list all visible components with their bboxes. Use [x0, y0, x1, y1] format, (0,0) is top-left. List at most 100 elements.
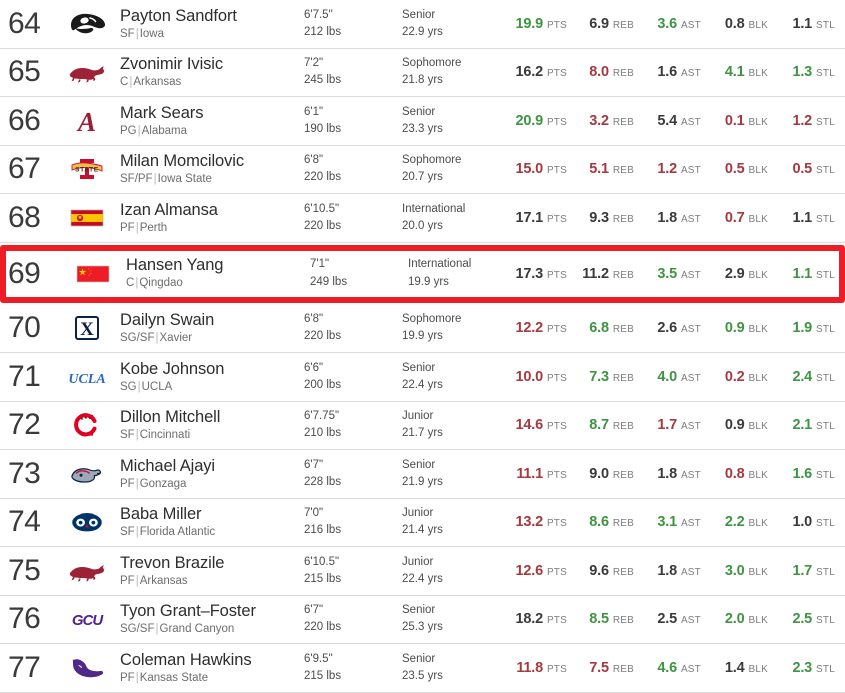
player-stat-line: 20.9 PTS 3.2 REB 5.4 AST 0.1 BLK 1.2 STL [484, 113, 845, 129]
stat-stl: 1.6 STL [768, 466, 835, 482]
prospect-row[interactable]: 75 Trevon Brazile PF|Arkansas 6'10.5" 215 lb… [0, 547, 845, 596]
player-class-age: Senior 25.3 yrs [402, 602, 484, 637]
player-identity[interactable]: Zvonimir Ivisic C|Arkansas [116, 55, 304, 89]
prospect-rank: 64 [8, 6, 41, 40]
player-name: Payton Sandfort [120, 6, 237, 25]
player-height: 6'9.5" [304, 652, 333, 665]
stat-label: STL [816, 269, 835, 281]
player-school: Xavier [159, 332, 193, 345]
player-school: Arkansas [133, 76, 182, 89]
player-identity[interactable]: Izan Almansa PF|Perth [116, 201, 304, 235]
player-measurements: 7'2" 245 lbs [304, 55, 402, 90]
stat-value: 1.7 [792, 562, 813, 579]
stat-ast: 3.5 AST [634, 266, 701, 282]
prospect-row[interactable]: 74 Baba Miller SF|Florida Atlantic 7'0" 216 … [0, 498, 845, 547]
prospect-row[interactable]: 77 Coleman Hawkins PF|Kansas State 6'9.5" 21… [0, 644, 845, 693]
prospect-row[interactable]: 76 GCU Tyon Grant–Foster SG/SF|Grand Canyon… [0, 595, 845, 644]
prospect-rank: 65 [8, 55, 41, 89]
stat-value: 2.4 [792, 368, 813, 385]
prospect-row[interactable]: 64 Payton Sandfort SF|Iowa 6'7.5" 212 lbs Sen… [0, 0, 845, 49]
stat-value: 3.1 [657, 514, 677, 531]
player-measurements: 6'8" 220 lbs [304, 152, 402, 187]
player-identity[interactable]: Kobe Johnson SG|UCLA [116, 360, 304, 394]
player-position: SF [120, 526, 135, 539]
prospect-row[interactable]: 66 A Mark Sears PG|Alabama 6'1" 190 lbs Senior… [0, 97, 845, 146]
player-measurements: 6'7" 228 lbs [304, 457, 402, 492]
stat-label: AST [680, 19, 701, 31]
prospect-row[interactable]: 68 Izan Almansa PF|Perth 6'10.5" 220 lbs Inte… [0, 194, 845, 243]
player-age: 20.7 yrs [402, 171, 443, 184]
prospect-rank: 77 [8, 650, 41, 684]
player-identity[interactable]: Milan Momcilovic SF/PF|Iowa State [116, 152, 304, 186]
player-class: Senior [402, 604, 436, 616]
stat-value: 1.8 [657, 209, 677, 226]
stat-pts: 18.2 PTS [500, 611, 567, 627]
player-age: 25.3 yrs [402, 621, 443, 634]
stat-label: PTS [546, 566, 567, 578]
prospect-row[interactable]: 65 Zvonimir Ivisic C|Arkansas 7'2" 245 lbs So… [0, 48, 845, 97]
stat-value: 8.7 [589, 417, 609, 434]
player-identity[interactable]: Michael Ajayi PF|Gonzaga [116, 457, 304, 491]
stat-value: 11.2 [582, 265, 609, 282]
prospect-row[interactable]: 72 Dillon Mitchell SF|Cincinnati 6'7.75" 210… [0, 401, 845, 450]
player-position-school: PG|Alabama [120, 124, 304, 138]
stat-pts: 12.6 PTS [500, 563, 567, 579]
stat-pts: 16.2 PTS [500, 64, 567, 80]
player-class: International [402, 202, 466, 215]
prospect-row[interactable]: 69 Hansen Yang C|Qingdao 7'1" 249 lbs Interna… [0, 244, 845, 303]
stat-label: STL [816, 566, 835, 578]
stat-value: 2.0 [724, 611, 745, 628]
player-age: 22.4 yrs [402, 378, 443, 391]
stat-label: PTS [546, 469, 567, 481]
stat-blk: 2.9 BLK [701, 266, 768, 282]
stat-label: PTS [546, 116, 567, 128]
prospect-row[interactable]: 70 X Dailyn Swain SG/SF|Xavier 6'8" 220 lbs So… [0, 304, 845, 353]
player-identity[interactable]: Dillon Mitchell SF|Cincinnati [116, 408, 304, 442]
prospect-row[interactable]: 71 UCLA Kobe Johnson SG|UCLA 6'6" 200 lbs Seni… [0, 353, 845, 402]
player-age: 23.5 yrs [402, 669, 443, 682]
stat-blk: 2.2 BLK [701, 514, 768, 530]
stat-blk: 0.7 BLK [701, 210, 768, 226]
player-identity[interactable]: Tyon Grant–Foster SG/SF|Grand Canyon [116, 602, 304, 636]
player-identity[interactable]: Payton Sandfort SF|Iowa [116, 7, 304, 41]
stat-ast: 1.8 AST [634, 563, 701, 579]
stat-label: REB [612, 663, 634, 675]
player-school: Qingdao [139, 277, 183, 290]
prospect-rank: 70 [8, 311, 41, 345]
stat-pts: 15.0 PTS [500, 161, 567, 177]
player-stat-line: 16.2 PTS 8.0 REB 1.6 AST 4.1 BLK 1.3 STL [484, 64, 845, 80]
stat-label: STL [816, 324, 835, 336]
stat-value: 2.6 [657, 320, 677, 337]
stat-label: STL [816, 372, 835, 384]
player-class-age: Junior 21.7 yrs [402, 408, 484, 443]
stat-stl: 1.1 STL [768, 266, 835, 282]
xavier-musketeers-logo: X [58, 313, 116, 343]
stat-reb: 3.2 REB [567, 113, 634, 129]
player-school: Florida Atlantic [139, 526, 216, 539]
stat-stl: 1.2 STL [768, 113, 835, 129]
stat-label: BLK [748, 663, 768, 675]
stat-label: BLK [748, 68, 768, 80]
stat-label: STL [816, 421, 835, 433]
stat-label: BLK [748, 421, 768, 433]
player-school: Alabama [141, 124, 188, 137]
player-position-school: C|Arkansas [120, 75, 304, 89]
stat-value: 1.1 [792, 265, 813, 282]
stat-label: REB [612, 269, 634, 281]
player-identity[interactable]: Dailyn Swain SG/SF|Xavier [116, 311, 304, 345]
stat-label: PTS [546, 421, 567, 433]
stat-value: 4.1 [724, 64, 745, 81]
stat-blk: 0.9 BLK [701, 417, 768, 433]
player-weight: 216 lbs [304, 524, 342, 537]
player-class-age: International 20.0 yrs [402, 201, 484, 236]
player-identity[interactable]: Trevon Brazile PF|Arkansas [116, 554, 304, 588]
prospect-row[interactable]: 73 Michael Ajayi PF|Gonzaga 6'7" 228 lbs Seni… [0, 450, 845, 499]
prospect-rank: 75 [8, 553, 41, 587]
player-identity[interactable]: Hansen Yang C|Qingdao [122, 256, 310, 290]
player-identity[interactable]: Baba Miller SF|Florida Atlantic [116, 505, 304, 539]
stat-value: 9.3 [589, 209, 609, 226]
prospect-row[interactable]: 67 STATE Milan Momcilovic SF/PF|Iowa State 6… [0, 145, 845, 194]
player-position-school: PF|Kansas State [120, 671, 304, 685]
stat-pts: 10.0 PTS [500, 369, 567, 385]
player-identity[interactable]: Mark Sears PG|Alabama [116, 104, 304, 138]
